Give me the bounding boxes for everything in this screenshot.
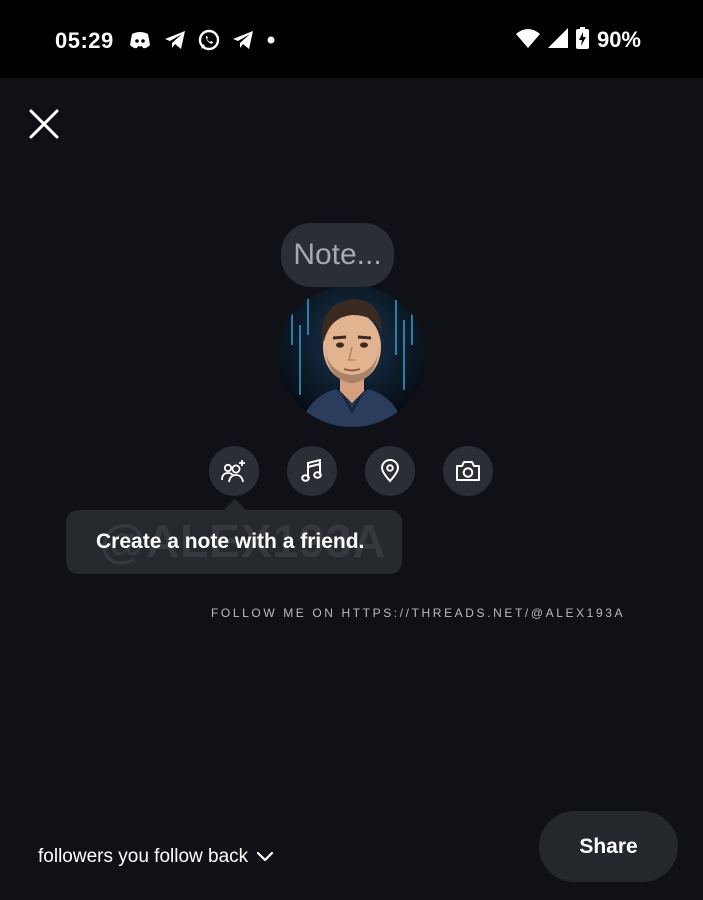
close-icon	[29, 109, 59, 139]
camera-icon	[456, 461, 480, 481]
chevron-down-icon	[257, 851, 274, 862]
whatsapp-icon	[198, 29, 220, 51]
wifi-icon	[515, 28, 540, 53]
telegram-icon	[164, 30, 186, 50]
location-button[interactable]	[365, 446, 415, 496]
share-button[interactable]: Share	[539, 811, 678, 882]
battery-percent: 90%	[596, 27, 641, 52]
music-button[interactable]	[287, 446, 337, 496]
status-bar: 05:29 90%	[0, 0, 703, 78]
avatar	[278, 285, 426, 427]
audience-label: followers you follow back	[38, 846, 249, 867]
people-add-icon	[221, 460, 245, 483]
close-button[interactable]	[28, 108, 60, 140]
note-placeholder: Note...	[293, 238, 382, 271]
dot-icon	[266, 35, 276, 45]
tooltip: Create a note with a friend.	[66, 510, 402, 574]
audience-selector[interactable]: followers you follow back	[38, 846, 274, 868]
status-time: 05:29	[55, 28, 114, 53]
notification-icons	[128, 28, 276, 52]
discord-icon	[128, 30, 152, 50]
camera-button[interactable]	[443, 446, 493, 496]
battery-charging-icon	[575, 26, 589, 54]
signal-icon	[547, 27, 568, 53]
location-pin-icon	[380, 459, 400, 483]
follow-banner: FOLLOW ME ON HTTPS://THREADS.NET/@ALEX19…	[211, 606, 626, 620]
tooltip-arrow	[224, 499, 246, 510]
telegram-icon	[232, 30, 254, 50]
system-status: 90%	[515, 26, 641, 54]
add-friend-button[interactable]	[209, 446, 259, 496]
note-input[interactable]: Note...	[281, 223, 394, 287]
music-note-icon	[301, 459, 322, 482]
tooltip-text: Create a note with a friend.	[96, 530, 365, 553]
share-label: Share	[579, 834, 638, 858]
